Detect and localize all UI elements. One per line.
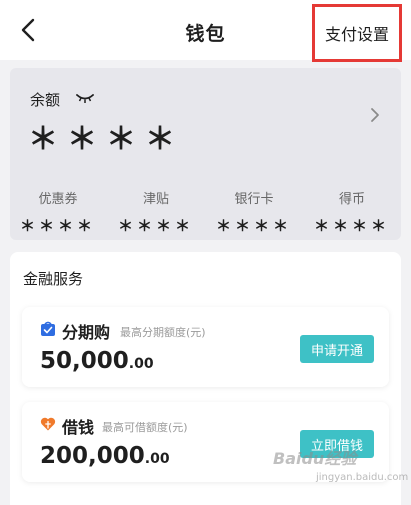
stat-bank-cards[interactable]: 银行卡 ＊＊＊＊ [206, 188, 302, 236]
heart-icon [40, 417, 56, 431]
bag-icon [41, 321, 55, 336]
stat-value: ＊＊＊＊ [215, 217, 292, 235]
amount-integer: 50,000 [40, 348, 129, 374]
service-subtitle: 最高可借额度(元) [102, 421, 188, 434]
stat-label: 津贴 [142, 192, 169, 207]
top-bar: 钱包 支付设置 [0, 0, 411, 62]
balance-value: ＊＊＊＊ [28, 122, 184, 157]
apply-open-button[interactable]: 申请开通 [300, 335, 374, 363]
stat-value: ＊＊＊＊ [19, 217, 96, 235]
stat-coupons[interactable]: 优惠券 ＊＊＊＊ [10, 188, 106, 236]
stat-allowance[interactable]: 津贴 ＊＊＊＊ [108, 188, 204, 236]
service-name: 分期购 [62, 323, 111, 342]
amount-integer: 200,000 [40, 443, 145, 469]
stat-coins[interactable]: 得币 ＊＊＊＊ [304, 188, 400, 236]
watermark: Baidu经验 [273, 449, 357, 468]
payment-settings-button[interactable]: 支付设置 [312, 4, 402, 62]
installment-card[interactable]: 分期购 最高分期额度(元) 50,000.00 申请开通 [22, 307, 389, 387]
chevron-right-icon[interactable] [368, 106, 382, 124]
wallet-stats: 优惠券 ＊＊＊＊ 津贴 ＊＊＊＊ 银行卡 ＊＊＊＊ 得币 ＊＊＊＊ [10, 188, 401, 236]
stat-label: 优惠券 [38, 192, 78, 207]
watermark-url: jingyan.baidu.com [316, 472, 409, 483]
loan-card[interactable]: 借钱 最高可借额度(元) 200,000.00 立即借钱 [22, 402, 389, 482]
section-title: 金融服务 [23, 270, 84, 288]
amount-decimal: .00 [128, 356, 154, 372]
payment-settings-label: 支付设置 [324, 25, 389, 44]
stat-label: 银行卡 [234, 192, 274, 207]
service-amount: 200,000.00 [40, 443, 170, 469]
amount-decimal: .00 [144, 451, 170, 467]
service-name: 借钱 [62, 418, 95, 437]
wallet-card: 余额 ＊＊＊＊ 优惠券 ＊＊＊＊ 津贴 ＊＊＊＊ 银行卡 ＊＊＊＊ 得币 ＊＊＊… [10, 68, 401, 240]
stat-value: ＊＊＊＊ [117, 217, 194, 235]
service-subtitle: 最高分期额度(元) [120, 326, 206, 339]
stat-value: ＊＊＊＊ [313, 217, 390, 235]
service-amount: 50,000.00 [40, 348, 154, 374]
balance-label: 余额 [30, 91, 61, 109]
stat-label: 得币 [338, 192, 365, 207]
eye-closed-icon[interactable] [76, 92, 94, 104]
